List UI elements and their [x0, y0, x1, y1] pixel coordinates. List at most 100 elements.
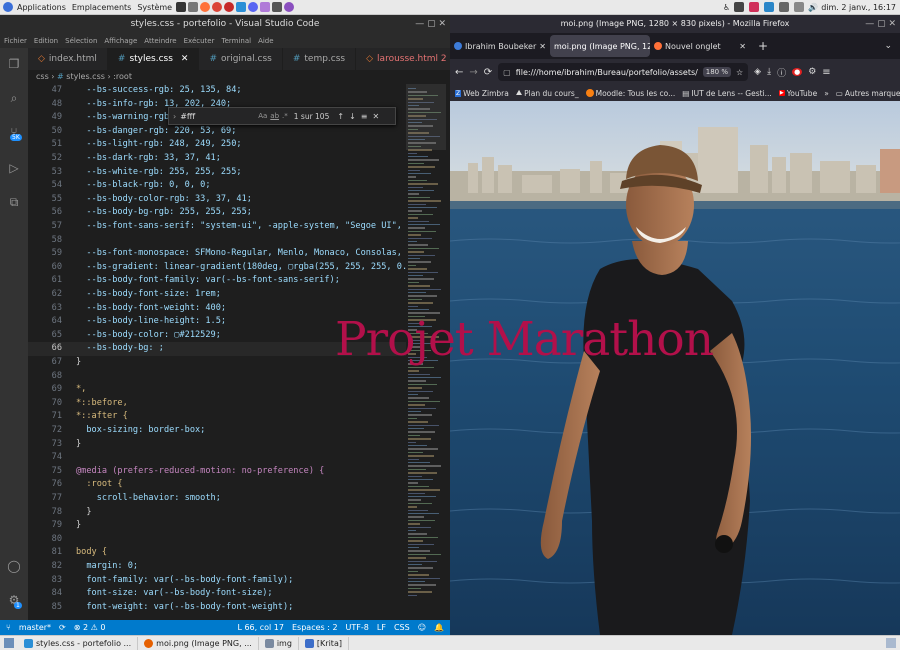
bookmark-plan-du-cours[interactable]: ⛰ Plan du cours_ [516, 88, 579, 98]
code-line[interactable]: 51 --bs-light-rgb: 248, 249, 250; [28, 138, 406, 152]
menu-edit[interactable]: Edition [34, 37, 58, 45]
minimap-viewport[interactable] [406, 84, 446, 150]
close-icon[interactable]: ✕ [539, 42, 546, 51]
close-icon[interactable]: ✕ [372, 112, 379, 121]
pocket-icon[interactable]: ◈ [754, 67, 761, 77]
vscode-launcher-icon[interactable] [236, 2, 247, 12]
network-icon[interactable] [764, 2, 775, 12]
selection-filter-icon[interactable]: ≡ [361, 112, 368, 121]
code-line[interactable]: 83 font-family: var(--bs-body-font-famil… [28, 574, 406, 588]
match-case-toggle[interactable]: Aa [258, 112, 267, 120]
code-line[interactable]: 76 :root { [28, 478, 406, 492]
bookmark-iut-lens[interactable]: ▤ IUT de Lens -- Gesti... [682, 89, 772, 98]
cursor-position[interactable]: L 66, col 17 [237, 623, 284, 632]
code-line[interactable]: 50 --bs-danger-rgb: 220, 53, 69; [28, 125, 406, 139]
bookmark-moodle[interactable]: Moodle: Tous les co... [585, 89, 675, 98]
code-line[interactable]: 57 --bs-font-sans-serif: "system-ui", -a… [28, 220, 406, 234]
addon-badge-icon[interactable]: ● [792, 68, 803, 76]
code-line[interactable]: 77 scroll-behavior: smooth; [28, 492, 406, 506]
menu-applications[interactable]: Applications [14, 3, 69, 12]
webcam-launcher-icon[interactable] [272, 2, 283, 12]
code-line[interactable]: 55 --bs-body-color-rgb: 33, 37, 41; [28, 193, 406, 207]
chevron-more-icon[interactable]: » [824, 89, 829, 98]
reload-icon[interactable]: ⟳ [484, 67, 492, 78]
files-launcher-icon[interactable] [188, 2, 199, 12]
explorer-icon[interactable]: ❐ [6, 56, 22, 72]
url-bar[interactable]: ▢ file:///home/ibrahim/Bureau/portefolio… [498, 63, 749, 81]
code-line[interactable]: 71 *::after { [28, 410, 406, 424]
addon-icon[interactable]: ⚙ [808, 67, 816, 77]
code-line[interactable]: 68 [28, 370, 406, 384]
firefox-launcher-icon[interactable] [200, 2, 211, 12]
app-launcher-icon[interactable] [260, 2, 271, 12]
menu-selection[interactable]: Sélection [65, 37, 97, 45]
encoding[interactable]: UTF-8 [346, 623, 369, 632]
problems-count[interactable]: ⊗ 2 ⚠ 0 [74, 623, 106, 632]
discord-launcher-icon[interactable] [248, 2, 259, 12]
search-icon[interactable]: ⌕ [6, 90, 22, 106]
account-icon[interactable]: ◯ [6, 558, 22, 574]
menu-view[interactable]: Affichage [104, 37, 137, 45]
show-desktop-icon[interactable] [4, 638, 14, 648]
taskbar-item-krita[interactable]: [Krita] [299, 636, 349, 650]
remote-icon[interactable]: ⑂ [6, 623, 11, 632]
accessibility-icon[interactable]: ♿ [723, 3, 730, 12]
code-line[interactable]: 52 --bs-dark-rgb: 33, 37, 41; [28, 152, 406, 166]
code-line[interactable]: 69 *, [28, 383, 406, 397]
opera-launcher-icon[interactable] [224, 2, 235, 12]
bookmark-web-zimbra[interactable]: Z Web Zimbra [455, 89, 509, 98]
code-line[interactable]: 59 --bs-font-monospace: SFMono-Regular, … [28, 247, 406, 261]
code-line[interactable]: 61 --bs-body-font-family: var(--bs-font-… [28, 274, 406, 288]
forward-arrow-icon[interactable]: → [469, 67, 477, 78]
taskbar-item-vscode[interactable]: styles.css - portefolio ... [18, 636, 139, 650]
code-line[interactable]: 70 *::before, [28, 397, 406, 411]
menu-places[interactable]: Emplacements [69, 3, 134, 12]
back-arrow-icon[interactable]: ← [455, 67, 463, 78]
code-line[interactable]: 78 } [28, 506, 406, 520]
code-line[interactable]: 74 [28, 451, 406, 465]
url-text[interactable]: file:///home/ibrahim/Bureau/portefolio/a… [516, 68, 698, 77]
code-line[interactable]: 47 --bs-success-rgb: 25, 135, 84; [28, 84, 406, 98]
terminal-launcher-icon[interactable] [176, 2, 187, 12]
run-debug-icon[interactable]: ▷ [6, 160, 22, 176]
volume-icon[interactable]: 🔊 [808, 3, 818, 12]
shield-icon[interactable] [749, 2, 760, 12]
breadcrumb-folder[interactable]: css [36, 72, 49, 81]
code-line[interactable]: 72 box-sizing: border-box; [28, 424, 406, 438]
new-tab-plus-icon[interactable]: + [750, 39, 776, 53]
code-line[interactable]: 85 font-weight: var(--bs-body-font-weigh… [28, 601, 406, 615]
tab-moi-png[interactable]: moi.png (Image PNG, 1280✕ [550, 35, 650, 57]
bluetooth-icon[interactable] [779, 2, 790, 12]
tab-ibrahim-boubeker[interactable]: Ibrahim Boubeker ✕ [450, 35, 550, 57]
close-icon[interactable]: ✕ [181, 54, 189, 64]
arrow-up-icon[interactable]: ↑ [337, 112, 344, 121]
tab-new-tab[interactable]: Nouvel onglet ✕ [650, 35, 750, 57]
feedback-icon[interactable]: ☺ [418, 623, 426, 632]
close-icon[interactable]: ✕ [739, 42, 746, 51]
regex-toggle[interactable]: .* [282, 112, 288, 120]
bookmark-youtube[interactable]: ▶ YouTube [778, 89, 817, 98]
tab-styles-css[interactable]: # styles.css ✕ [107, 48, 200, 70]
other-bookmarks[interactable]: ▭Autres marque-pages [836, 89, 900, 98]
code-line[interactable]: 75 @media (prefers-reduced-motion: no-pre… [28, 465, 406, 479]
taskbar-item-firefox[interactable]: moi.png (Image PNG, ... [138, 636, 259, 650]
breadcrumb-symbol[interactable]: :root [113, 72, 132, 81]
line-ending[interactable]: LF [377, 623, 386, 632]
bell-icon[interactable]: 🔔 [434, 623, 444, 632]
zoom-level-button[interactable]: 180 % [702, 67, 731, 77]
extensions-icon[interactable]: ⧉ [6, 194, 22, 210]
code-line[interactable]: 79} [28, 519, 406, 533]
menu-terminal[interactable]: Terminal [221, 37, 251, 45]
image-viewer[interactable] [450, 101, 900, 635]
extension-icon[interactable]: ⓘ [777, 66, 786, 79]
window-controls[interactable]: — ▢ ✕ [865, 15, 896, 33]
workspace-switcher-icon[interactable] [886, 638, 896, 648]
code-line[interactable]: 53 --bs-white-rgb: 255, 255, 255; [28, 166, 406, 180]
downloads-icon[interactable]: ⤓ [767, 67, 771, 77]
taskbar-item-img-folder[interactable]: img [259, 636, 299, 650]
clock[interactable]: dim. 2 janv., 16:17 [821, 3, 896, 12]
code-line[interactable]: 82 margin: 0; [28, 560, 406, 574]
bookmark-star-icon[interactable]: ☆ [736, 68, 743, 77]
find-input[interactable]: #fff [180, 112, 258, 121]
menu-run[interactable]: Exécuter [184, 37, 215, 45]
